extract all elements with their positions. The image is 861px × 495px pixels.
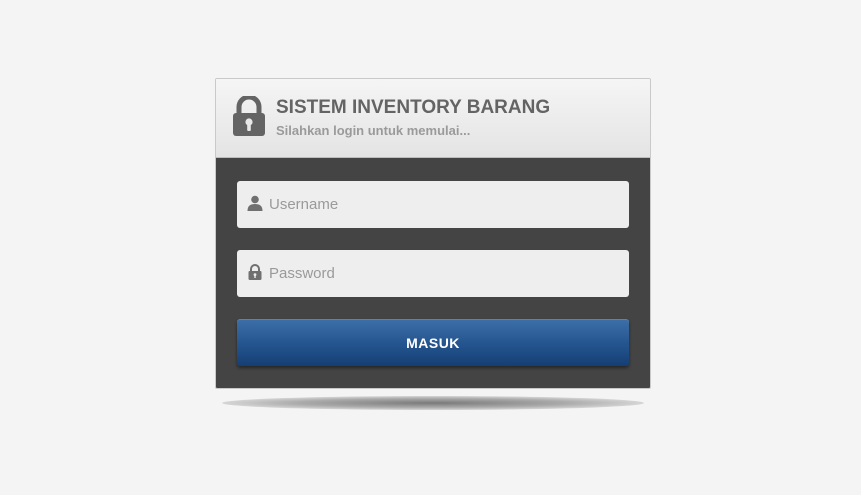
login-button[interactable]: MASUK <box>237 319 629 366</box>
username-input[interactable] <box>269 181 619 228</box>
login-header: SISTEM INVENTORY BARANG Silahkan login u… <box>216 79 650 158</box>
user-icon <box>247 195 263 211</box>
lock-icon <box>248 264 262 280</box>
login-panel: SISTEM INVENTORY BARANG Silahkan login u… <box>215 78 651 389</box>
username-field[interactable] <box>237 181 629 228</box>
password-field[interactable] <box>237 250 629 297</box>
login-form: MASUK <box>216 158 650 388</box>
password-input[interactable] <box>269 250 619 297</box>
lock-icon <box>233 96 265 136</box>
panel-shadow <box>222 396 644 410</box>
page-subtitle: Silahkan login untuk memulai... <box>276 123 471 138</box>
page-title: SISTEM INVENTORY BARANG <box>276 97 551 118</box>
